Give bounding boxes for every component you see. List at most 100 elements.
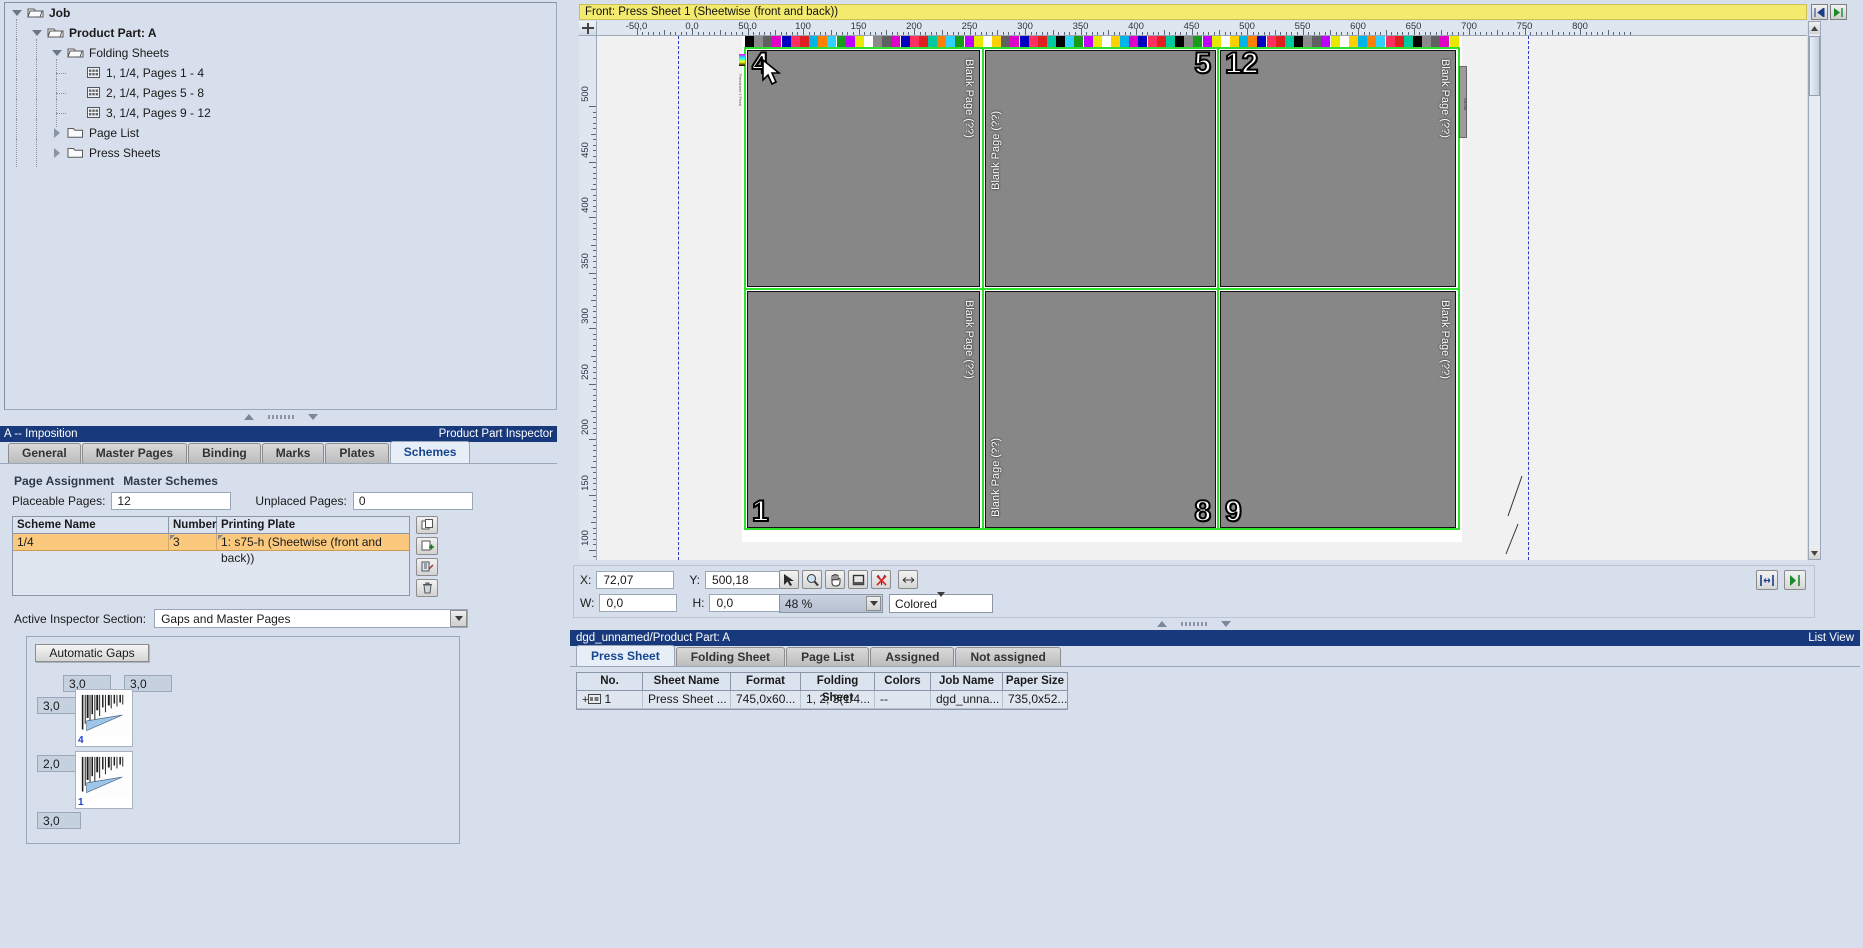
canvas-splitter[interactable] xyxy=(573,619,1815,629)
press-sheet-table[interactable]: No. Sheet Name Format Folding Sheet Colo… xyxy=(576,672,1068,710)
h-field[interactable]: 0,0 xyxy=(709,594,788,612)
page-cell-9[interactable]: 9 Blank Page (??) xyxy=(1220,291,1456,529)
automatic-gaps-button[interactable]: Automatic Gaps xyxy=(35,644,149,662)
go-next-sheet-button[interactable] xyxy=(1830,4,1847,20)
cell-folding-sheet[interactable]: 1, 2, 3(1/4... xyxy=(801,691,875,709)
placeable-pages-field[interactable]: 12 xyxy=(111,492,232,510)
gap-thumbnail-sheet-4[interactable]: 4 xyxy=(75,689,133,747)
listview-tab-folding-sheet[interactable]: Folding Sheet xyxy=(675,647,786,666)
splitter-collapse-down-icon[interactable] xyxy=(1221,621,1231,627)
tab-schemes[interactable]: Schemes xyxy=(389,441,471,463)
gap-thumbnail-sheet-1[interactable]: 1 xyxy=(75,751,133,809)
page-cell-1[interactable]: 1 Blank Page (??) xyxy=(747,291,980,529)
tree-item-1-1-4-pages-1-4[interactable]: 1, 1/4, Pages 1 - 4 xyxy=(5,59,556,87)
next-sheet-button[interactable] xyxy=(1784,570,1806,590)
splitter-collapse-up-icon[interactable] xyxy=(1157,621,1167,627)
tree-item-2-1-4-pages-5-8[interactable]: 2, 1/4, Pages 5 - 8 xyxy=(5,79,556,107)
ruler-minor-tick xyxy=(593,155,596,157)
x-field[interactable]: 72,07 xyxy=(596,571,675,589)
listview-tab-assigned[interactable]: Assigned xyxy=(870,647,955,666)
zoom-tool[interactable] xyxy=(802,570,822,589)
tab-master-pages[interactable]: Master Pages xyxy=(81,443,188,463)
y-field[interactable]: 500,18 xyxy=(705,571,784,589)
ruler-minor-tick xyxy=(686,32,688,35)
select-arrow-tool[interactable] xyxy=(779,570,799,589)
scrollbar-thumb[interactable] xyxy=(1809,36,1820,96)
tree-expander-icon[interactable] xyxy=(7,3,27,23)
tree-item-page-list[interactable]: Page List xyxy=(5,119,556,147)
ruler-label: 100 xyxy=(580,530,591,546)
cell-scheme-name[interactable]: 1/4 xyxy=(13,534,169,550)
cell-colors[interactable]: -- xyxy=(875,691,931,709)
press-sheet-view[interactable]: 4 Blank Page (??) 5 Blank Page (??) 12 B… xyxy=(597,36,1807,560)
tab-binding[interactable]: Binding xyxy=(188,443,261,463)
active-inspector-section-select[interactable]: Gaps and Master Pages xyxy=(154,609,469,628)
cell-job-name[interactable]: dgd_unna... xyxy=(931,691,1003,709)
ruler-minor-tick xyxy=(852,32,854,35)
tree-expander-icon[interactable] xyxy=(47,43,67,63)
go-first-sheet-button[interactable] xyxy=(1811,4,1828,20)
tab-general[interactable]: General xyxy=(8,443,81,463)
cell-sheet-name[interactable]: Press Sheet ... xyxy=(643,691,731,709)
splitter-grip[interactable] xyxy=(267,415,294,419)
zoom-level-select[interactable]: 48 % xyxy=(779,594,883,613)
splitter-collapse-up-icon[interactable] xyxy=(243,414,254,420)
listview-tab-not-assigned[interactable]: Not assigned xyxy=(955,647,1061,666)
schemes-table[interactable]: Scheme Name Number Printing Plate 1/4 3 … xyxy=(12,516,410,596)
tree-expander-icon[interactable] xyxy=(47,143,67,163)
gap-left-3-field[interactable]: 3,0 xyxy=(37,812,81,829)
cell-format[interactable]: 745,0x60... xyxy=(731,691,801,709)
ruler-minor-tick xyxy=(593,322,596,324)
cell-printing-plate[interactable]: 1: s75-h (Sheetwise (front and back)) xyxy=(217,534,409,565)
pan-hand-tool[interactable] xyxy=(825,570,845,589)
cell-number[interactable]: 3 xyxy=(169,534,217,550)
tree-item-folding-sheets[interactable]: Folding Sheets xyxy=(5,39,556,67)
tree-splitter[interactable] xyxy=(4,412,557,422)
color-mode-select[interactable]: Colored xyxy=(889,592,993,613)
tree-item-product-part-a[interactable]: Product Part: A xyxy=(5,19,556,47)
splitter-collapse-down-icon[interactable] xyxy=(307,414,318,420)
delete-scheme-button[interactable] xyxy=(416,579,438,597)
chevron-down-icon[interactable] xyxy=(937,592,946,611)
unplaced-pages-field[interactable]: 0 xyxy=(352,492,473,510)
ruler-origin-icon[interactable] xyxy=(579,21,597,35)
inspector-body: Page Assignment Master Schemes Placeable… xyxy=(0,464,557,844)
job-tree-panel[interactable]: Job Product Part: A Folding Sheets 1, 1/4, … xyxy=(4,2,557,410)
horizontal-ruler[interactable]: -50,0 0,0 50,0 100 150 200 250 300 350 400 450 500 5… xyxy=(579,21,1807,36)
splitter-grip[interactable] xyxy=(1181,622,1207,626)
table-row[interactable]: 1/4 3 1: s75-h (Sheetwise (front and bac… xyxy=(13,534,409,565)
tab-plates[interactable]: Plates xyxy=(325,443,389,463)
tree-item-3-1-4-pages-9-12[interactable]: 3, 1/4, Pages 9 - 12 xyxy=(5,99,556,127)
ruler-minor-tick xyxy=(593,544,596,546)
chevron-down-icon[interactable] xyxy=(450,610,468,627)
measure-tool[interactable] xyxy=(898,570,918,589)
crop-frame-tool[interactable] xyxy=(848,570,868,589)
tree-item-press-sheets[interactable]: Press Sheets xyxy=(5,139,556,167)
view-vertical-scrollbar[interactable] xyxy=(1808,21,1821,560)
edit-scheme-button[interactable] xyxy=(416,558,438,576)
duplicate-scheme-button[interactable] xyxy=(416,516,438,534)
fit-page-button[interactable] xyxy=(1756,570,1778,590)
table-row[interactable]: +1 Press Sheet ... 745,0x60... 1, 2, 3(1… xyxy=(577,691,1067,709)
add-scheme-button[interactable] xyxy=(416,537,438,555)
tree-expander-icon[interactable] xyxy=(47,123,67,143)
ruler-minor-tick xyxy=(841,32,843,35)
tab-marks[interactable]: Marks xyxy=(261,443,325,463)
ruler-minor-tick xyxy=(780,32,782,35)
listview-tab-press-sheet[interactable]: Press Sheet xyxy=(576,645,675,666)
tree-expander-icon[interactable] xyxy=(27,23,47,43)
page-cell-5[interactable]: 5 Blank Page (??) xyxy=(985,46,1216,287)
cell-paper-size[interactable]: 735,0x52... xyxy=(1003,691,1067,709)
page-cell-8[interactable]: 8 Blank Page (??) xyxy=(985,291,1216,529)
listview-tab-page-list[interactable]: Page List xyxy=(786,647,870,666)
cell-no[interactable]: +1 xyxy=(577,691,643,709)
delete-marks-tool[interactable] xyxy=(871,570,891,589)
scroll-down-arrow-icon[interactable] xyxy=(1809,547,1820,559)
chevron-down-icon[interactable] xyxy=(866,596,881,611)
scroll-up-arrow-icon[interactable] xyxy=(1809,22,1820,34)
tree-item-job[interactable]: Job xyxy=(5,3,556,23)
page-cell-12[interactable]: 12 Blank Page (??) xyxy=(1220,46,1456,287)
vertical-ruler[interactable]: 500 450 400 350 300 250 200 150 100 xyxy=(579,36,597,560)
w-field[interactable]: 0,0 xyxy=(599,594,678,612)
ruler-minor-tick xyxy=(593,377,596,379)
